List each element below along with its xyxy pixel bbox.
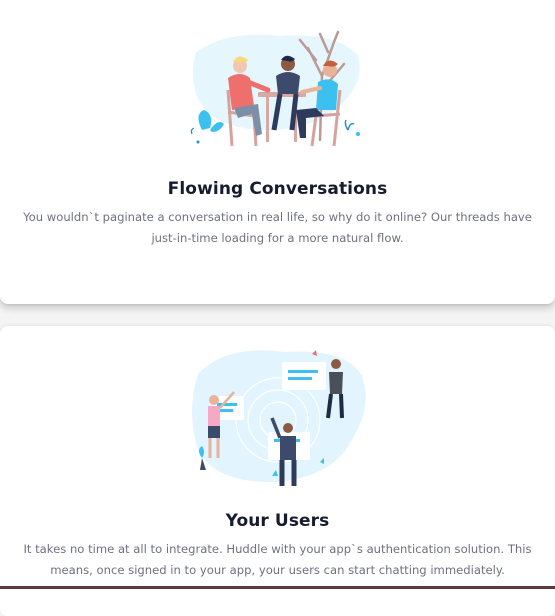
feature-description: You wouldn`t paginate a conversation in … <box>23 210 532 245</box>
feature-title: Flowing Conversations <box>167 179 388 199</box>
feature-card-flowing-conversations: Flowing Conversations You wouldn`t pagin… <box>0 0 555 304</box>
feature-title: Your Users <box>225 511 330 531</box>
users-network-illustration <box>192 350 366 486</box>
people-at-table-illustration <box>190 30 360 147</box>
feature-card-your-users: Your Users It takes no time at all to in… <box>0 326 555 616</box>
feature-description: It takes no time at all to integrate. Hu… <box>23 542 532 577</box>
